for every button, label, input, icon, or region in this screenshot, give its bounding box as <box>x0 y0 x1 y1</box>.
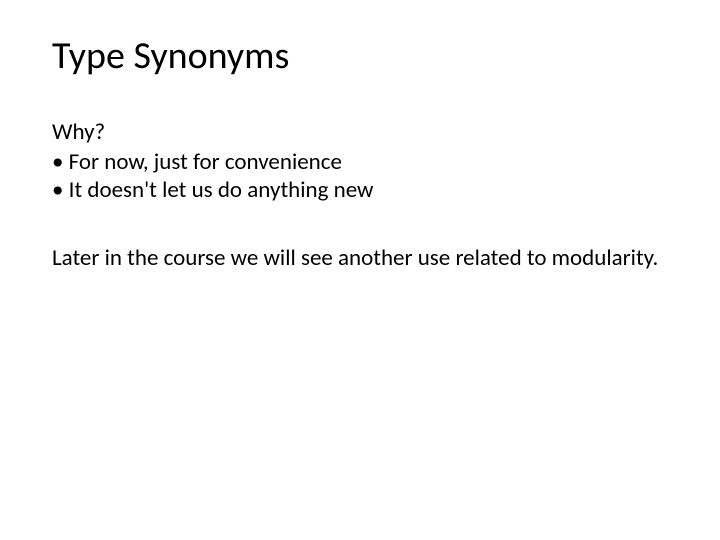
slide: Type Synonyms Why? • For now, just for c… <box>0 0 720 540</box>
body-paragraph: Later in the course we will see another … <box>52 244 668 272</box>
why-heading: Why? <box>52 118 668 146</box>
bullet-item: • For now, just for convenience <box>52 148 668 176</box>
slide-body: Why? • For now, just for convenience • I… <box>52 118 668 272</box>
bullet-item: • It doesn't let us do anything new <box>52 176 668 204</box>
slide-title: Type Synonyms <box>52 36 668 78</box>
